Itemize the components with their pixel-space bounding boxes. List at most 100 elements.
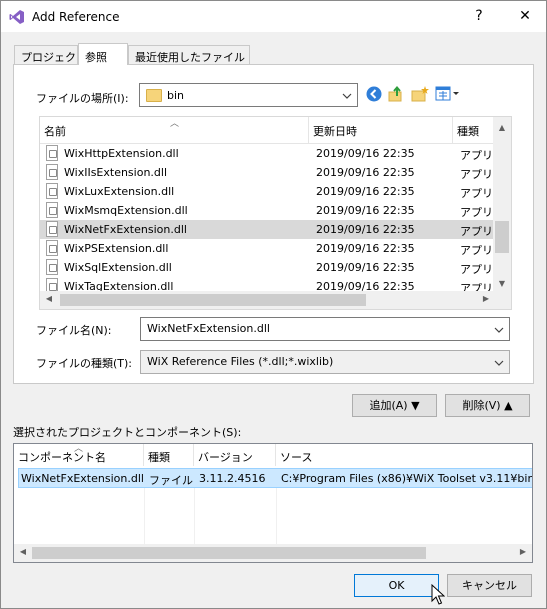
file-name: WixHttpExtension.dll (64, 147, 179, 160)
file-row-selected[interactable]: WixNetFxExtension.dll 2019/09/16 22:35 ア… (40, 220, 504, 239)
dll-file-icon (46, 183, 58, 199)
file-date: 2019/09/16 22:35 (316, 242, 415, 255)
dll-file-icon (46, 259, 58, 275)
column-divider (144, 488, 145, 548)
scroll-right-icon[interactable]: ▶ (514, 547, 532, 556)
file-list-horizontal-scrollbar[interactable]: ◀ ▶ (40, 291, 511, 309)
file-row[interactable]: WixLuxExtension.dll 2019/09/16 22:35 アプリ… (40, 182, 504, 201)
file-name: WixIIsExtension.dll (64, 166, 168, 179)
close-button[interactable]: ✕ (511, 5, 539, 27)
component-version: 3.11.2.4516 (199, 472, 266, 485)
file-date: 2019/09/16 22:35 (316, 223, 415, 236)
remove-button[interactable]: 削除(V) ▲ (445, 394, 530, 417)
ok-button[interactable]: OK (354, 574, 439, 597)
add-button[interactable]: 追加(A) ▼ (352, 394, 437, 417)
column-date[interactable]: 更新日時 (309, 117, 453, 144)
column-label: 名前 (44, 125, 66, 138)
column-divider (276, 488, 277, 548)
file-name: WixSqlExtension.dll (64, 261, 172, 274)
file-date: 2019/09/16 22:35 (316, 147, 415, 160)
dll-file-icon (46, 221, 58, 237)
location-combo[interactable]: bin (139, 83, 358, 107)
component-row-selected[interactable]: WixNetFxExtension.dll ファイル 3.11.2.4516 C… (18, 468, 533, 488)
filetype-combo[interactable]: WiX Reference Files (*.dll;*.wixlib) (140, 350, 510, 374)
chevron-down-icon[interactable] (493, 324, 505, 336)
file-row[interactable]: WixIIsExtension.dll 2019/09/16 22:35 アプリ… (40, 163, 504, 182)
selected-components-label: 選択されたプロジェクトとコンポーネント(S): (13, 426, 242, 439)
new-folder-icon[interactable] (411, 85, 429, 103)
back-icon[interactable] (365, 85, 383, 103)
mouse-cursor-icon (431, 584, 445, 605)
view-menu-icon[interactable] (435, 85, 461, 103)
file-row[interactable]: WixSqlExtension.dll 2019/09/16 22:35 アプリ… (40, 258, 504, 277)
add-button-label: 追加(A) (369, 399, 408, 412)
tab-label: 参照 (85, 51, 107, 64)
file-list-vertical-scrollbar[interactable]: ▲ ▼ (493, 117, 511, 293)
location-label: ファイルの場所(I): (36, 92, 129, 105)
file-date: 2019/09/16 22:35 (316, 166, 415, 179)
dll-file-icon (46, 240, 58, 256)
scroll-thumb[interactable] (495, 221, 509, 253)
file-date: 2019/09/16 22:35 (316, 185, 415, 198)
file-row[interactable]: WixMsmqExtension.dll 2019/09/16 22:35 アプ… (40, 201, 504, 220)
chevron-down-icon (342, 93, 352, 99)
scroll-thumb[interactable] (60, 294, 366, 306)
components-header: コンポーネント名 ︿ 種類 バージョン ソース (14, 444, 532, 466)
column-label: ソース (280, 451, 313, 464)
remove-button-label: 削除(V) (462, 399, 501, 412)
sort-up-icon: ︿ (170, 119, 180, 129)
triangle-down-icon: ▼ (411, 399, 420, 412)
file-row[interactable]: WixPSExtension.dll 2019/09/16 22:35 アプリケ (40, 239, 504, 258)
sort-up-icon: ︿ (74, 444, 84, 454)
location-value: bin (167, 89, 185, 102)
file-list-header: 名前 ︿ 更新日時 種類 (40, 117, 511, 144)
component-source: C:¥Program Files (x86)¥WiX Toolset v3.11… (281, 472, 533, 485)
help-button[interactable]: ? (465, 5, 493, 27)
cancel-button[interactable]: キャンセル (447, 574, 532, 597)
column-component-type[interactable]: 種類 (144, 444, 194, 466)
tab-browse[interactable]: 参照 (78, 43, 128, 65)
tab-recent[interactable]: 最近使用したファイル (128, 45, 250, 65)
file-name: WixLuxExtension.dll (64, 185, 175, 198)
window-title: Add Reference (32, 10, 120, 24)
component-type: ファイル (149, 474, 193, 487)
scroll-left-icon[interactable]: ◀ (14, 547, 32, 556)
file-date: 2019/09/16 22:35 (316, 204, 415, 217)
column-label: 更新日時 (313, 125, 357, 138)
title-bar: Add Reference ? ✕ (1, 1, 546, 32)
scroll-right-icon[interactable]: ▶ (477, 294, 495, 303)
column-component-name[interactable]: コンポーネント名 ︿ (14, 444, 144, 466)
file-list[interactable]: 名前 ︿ 更新日時 種類 WixHttpExtension.dll 2019/09… (39, 116, 512, 310)
scroll-down-icon[interactable]: ▼ (493, 279, 511, 288)
filename-combo[interactable]: WixNetFxExtension.dll (140, 317, 510, 341)
dll-file-icon (46, 145, 58, 161)
add-reference-dialog: Add Reference ? ✕ プロジェクト 参照 最近使用したファイル フ… (0, 0, 547, 609)
triangle-up-icon: ▲ (504, 399, 513, 412)
components-horizontal-scrollbar[interactable]: ◀ ▶ (14, 544, 532, 562)
tab-project[interactable]: プロジェクト (14, 45, 87, 65)
scroll-up-icon[interactable]: ▲ (493, 123, 511, 132)
column-label: 種類 (457, 125, 479, 138)
filename-value: WixNetFxExtension.dll (147, 322, 270, 335)
folder-icon (146, 89, 162, 102)
ok-button-label: OK (388, 579, 405, 592)
column-component-version[interactable]: バージョン (194, 444, 276, 466)
cancel-button-label: キャンセル (462, 579, 517, 592)
file-name: WixNetFxExtension.dll (64, 223, 187, 236)
visual-studio-icon (9, 10, 24, 24)
chevron-down-icon[interactable] (493, 357, 505, 369)
column-label: 種類 (148, 451, 170, 464)
column-component-source[interactable]: ソース (276, 444, 532, 466)
up-folder-icon[interactable] (387, 85, 405, 103)
filename-label: ファイル名(N): (36, 324, 112, 337)
dll-file-icon (46, 202, 58, 218)
file-row[interactable]: WixHttpExtension.dll 2019/09/16 22:35 アプ… (40, 144, 504, 163)
filetype-value: WiX Reference Files (*.dll;*.wixlib) (147, 355, 334, 368)
column-name[interactable]: 名前 ︿ (40, 117, 309, 144)
scroll-left-icon[interactable]: ◀ (40, 294, 58, 303)
selected-components-list[interactable]: コンポーネント名 ︿ 種類 バージョン ソース WixNetFxExtension… (13, 443, 533, 563)
scroll-thumb[interactable] (32, 547, 426, 559)
file-date: 2019/09/16 22:35 (316, 261, 415, 274)
filetype-label: ファイルの種類(T): (36, 357, 133, 370)
dll-file-icon (46, 164, 58, 180)
